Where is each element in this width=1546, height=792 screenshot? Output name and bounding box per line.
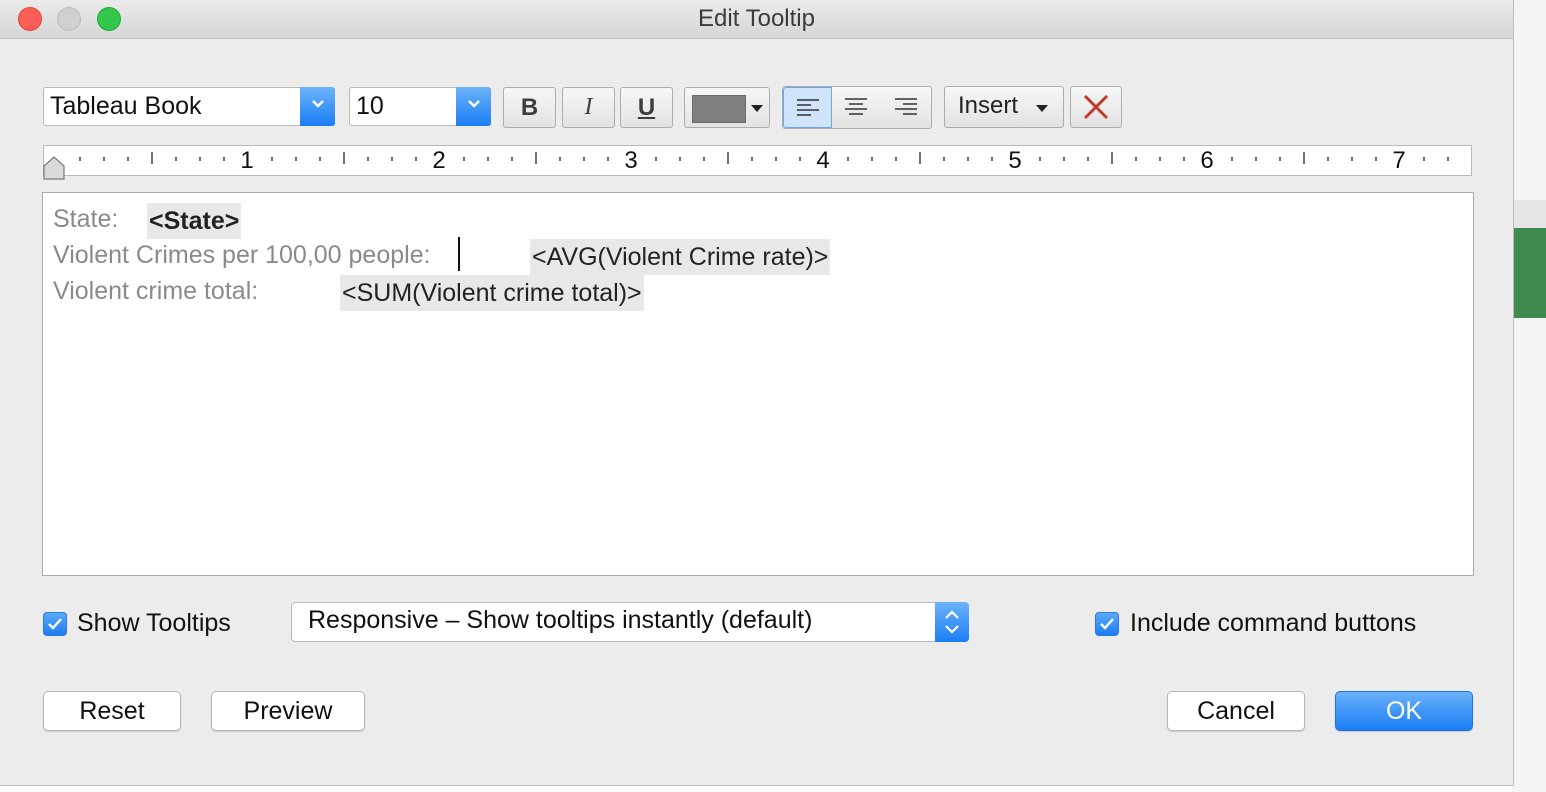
close-x-icon — [1083, 94, 1109, 120]
cancel-button[interactable]: Cancel — [1167, 691, 1305, 731]
background-workspace — [1512, 0, 1546, 792]
italic-button[interactable]: I — [562, 87, 615, 128]
alignment-group — [782, 86, 932, 129]
include-command-buttons-checkbox[interactable] — [1095, 612, 1119, 636]
caret-down-icon — [751, 105, 763, 112]
color-swatch — [692, 95, 746, 123]
field-chip[interactable]: <SUM(Violent crime total)> — [340, 275, 644, 311]
font-size-value: 10 — [356, 92, 384, 120]
ruler-number: 6 — [1200, 147, 1214, 174]
show-tooltips-checkbox[interactable] — [43, 612, 67, 636]
underline-button[interactable]: U — [620, 87, 673, 128]
tooltip-text-editor[interactable]: State: <State> Violent Crimes per 100,00… — [42, 192, 1474, 576]
line-label: Violent crime total: — [53, 277, 259, 305]
insert-menu-button[interactable]: Insert — [944, 86, 1064, 128]
ruler[interactable]: 1 2 3 4 5 6 7 — [43, 145, 1472, 180]
show-tooltips-label[interactable]: Show Tooltips — [77, 609, 231, 638]
align-left-icon — [797, 99, 819, 116]
caret-down-icon — [1036, 105, 1048, 112]
ruler-ticks — [79, 152, 1449, 164]
title-bar: Edit Tooltip — [0, 0, 1513, 39]
ruler-bar — [43, 145, 1472, 176]
tooltip-behavior-value: Responsive – Show tooltips instantly (de… — [308, 606, 813, 634]
ruler-number: 2 — [432, 147, 446, 174]
ruler-number: 3 — [624, 147, 638, 174]
align-center-icon — [845, 98, 867, 115]
ruler-number: 4 — [816, 147, 830, 174]
insert-label: Insert — [958, 92, 1019, 119]
ruler-number: 7 — [1392, 147, 1406, 174]
background-map-region — [1514, 200, 1546, 228]
ruler-number: 5 — [1008, 147, 1022, 174]
text-color-button[interactable] — [684, 87, 770, 128]
align-left-button[interactable] — [783, 87, 832, 128]
preview-button[interactable]: Preview — [211, 691, 365, 731]
font-size-select[interactable]: 10 — [349, 87, 491, 126]
field-chip[interactable]: <AVG(Violent Crime rate)> — [530, 239, 831, 275]
updown-arrows-icon[interactable] — [935, 602, 969, 642]
background-map-state — [1514, 228, 1546, 318]
align-right-icon — [895, 98, 917, 115]
tooltip-behavior-select[interactable]: Responsive – Show tooltips instantly (de… — [291, 602, 969, 642]
checkmark-icon — [1100, 618, 1114, 630]
chevron-down-icon[interactable] — [456, 87, 491, 126]
line-label: State: — [53, 205, 119, 233]
edit-tooltip-dialog: Edit Tooltip Tableau Book 10 B I U Inser… — [0, 0, 1514, 786]
align-right-button[interactable] — [882, 87, 931, 128]
font-family-select[interactable]: Tableau Book — [43, 87, 335, 126]
ok-button[interactable]: OK — [1335, 691, 1473, 731]
reset-button[interactable]: Reset — [43, 691, 181, 731]
window-title: Edit Tooltip — [698, 5, 815, 32]
bold-button[interactable]: B — [503, 87, 556, 128]
font-family-value: Tableau Book — [50, 92, 202, 120]
align-center-button[interactable] — [832, 87, 881, 128]
text-cursor — [458, 237, 460, 271]
clear-formatting-button[interactable] — [1070, 86, 1122, 128]
line-label: Violent Crimes per 100,00 people: — [53, 241, 431, 269]
chevron-down-icon[interactable] — [300, 87, 335, 126]
indent-marker-icon[interactable] — [43, 156, 65, 180]
field-chip[interactable]: <State> — [147, 203, 242, 239]
include-command-buttons-label[interactable]: Include command buttons — [1130, 609, 1416, 638]
checkmark-icon — [48, 618, 62, 630]
ruler-number: 1 — [240, 147, 254, 174]
